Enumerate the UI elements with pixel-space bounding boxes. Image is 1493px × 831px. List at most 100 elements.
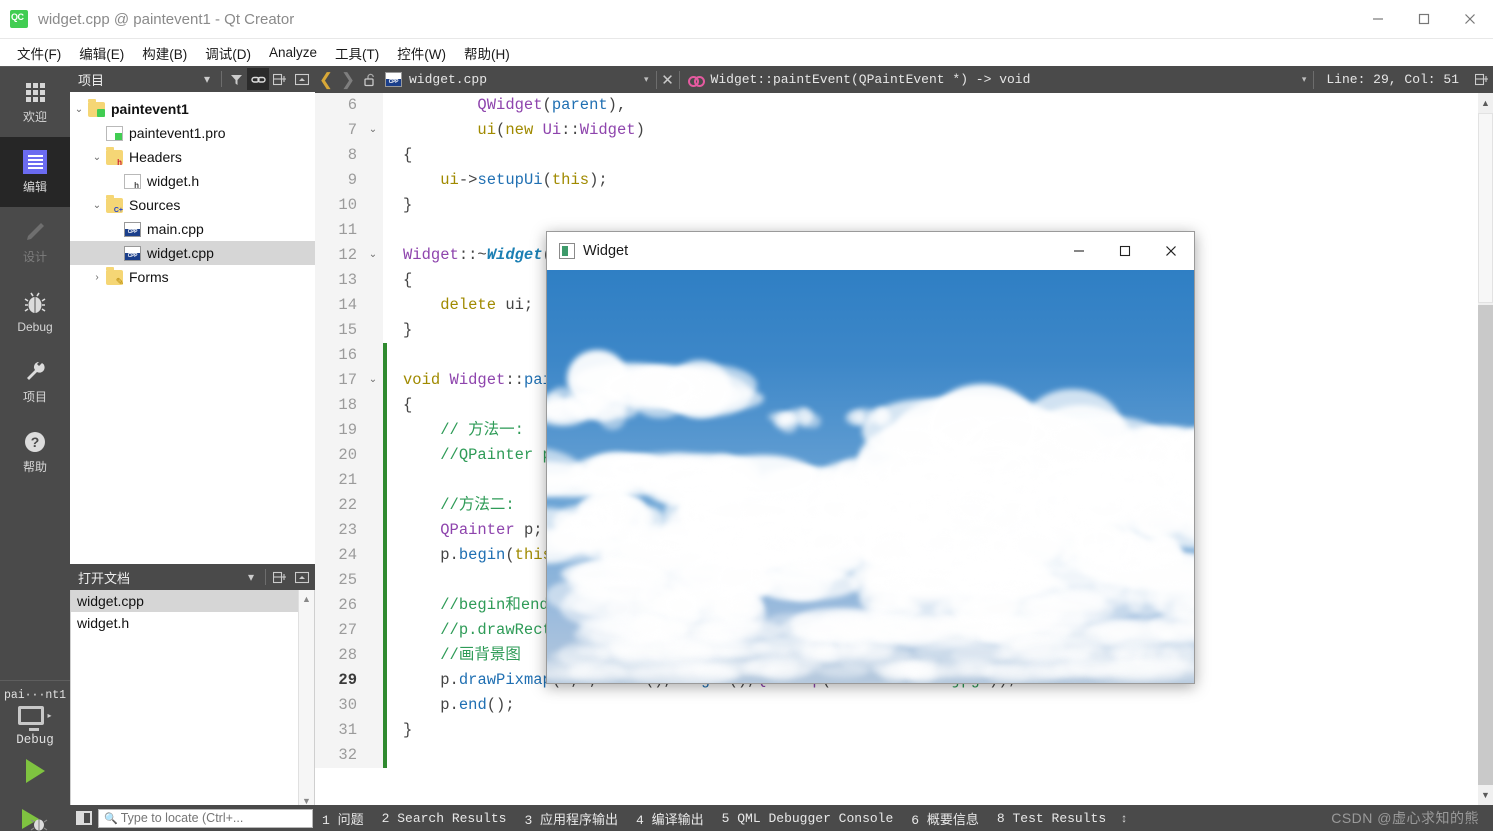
build-config-label[interactable]: Debug (0, 733, 70, 747)
project-tree[interactable]: ⌄ paintevent1 paintevent1.pro ⌄ Headers (70, 92, 315, 564)
menu-build[interactable]: 构建(B) (133, 40, 196, 66)
fold-spacer (363, 693, 383, 718)
chevron-down-icon[interactable]: ⌄ (70, 104, 88, 115)
code-line[interactable]: 9 ui->setupUi(this); (315, 168, 1478, 193)
output-pane-issues[interactable]: 1 问题 (313, 809, 373, 828)
mode-design-label: 设计 (23, 248, 47, 265)
locator-field[interactable]: 🔍 (98, 809, 313, 828)
search-input[interactable] (121, 811, 301, 825)
menu-file[interactable]: 文件(F) (8, 40, 70, 66)
menu-window[interactable]: 控件(W) (388, 40, 455, 66)
open-document-widget-cpp[interactable]: widget.cpp (71, 590, 314, 612)
menu-edit[interactable]: 编辑(E) (70, 40, 133, 66)
fold-toggle-icon[interactable]: ⌄ (363, 243, 383, 268)
editor-file-selector[interactable]: widget.cpp (381, 72, 487, 87)
fold-toggle-icon[interactable]: ⌄ (363, 118, 383, 143)
window-controls (1355, 0, 1493, 38)
code-text: //p.drawRect (387, 618, 552, 643)
code-line[interactable]: 30 p.end(); (315, 693, 1478, 718)
mode-welcome[interactable]: 欢迎 (0, 67, 70, 137)
menu-analyze[interactable]: Analyze (260, 42, 326, 63)
scrollbar-thumb[interactable] (1478, 113, 1493, 303)
fold-toggle-icon[interactable]: ⌄ (363, 368, 383, 393)
mode-selector-bar: 欢迎 编辑 设计 Debug (0, 66, 70, 831)
output-pane-general-info[interactable]: 6 概要信息 (902, 809, 988, 828)
chevron-down-icon[interactable]: ⌄ (88, 200, 106, 211)
menu-debug[interactable]: 调试(D) (196, 40, 260, 66)
code-line[interactable]: 8{ (315, 143, 1478, 168)
chevron-down-icon[interactable]: ▾ (637, 74, 656, 85)
mode-edit[interactable]: 编辑 (0, 137, 70, 207)
split-icon[interactable] (269, 68, 291, 90)
code-line[interactable]: 6 QWidget(parent), (315, 93, 1478, 118)
chevron-down-icon[interactable]: ▾ (1295, 74, 1314, 85)
run-button[interactable] (0, 747, 70, 795)
tree-item-paintevent1[interactable]: ⌄ paintevent1 (70, 97, 315, 121)
cloud-puff (881, 666, 905, 683)
editor-vertical-scrollbar[interactable]: ▲ ▼ (1478, 93, 1493, 805)
chevron-right-icon[interactable]: ❯ (337, 68, 359, 92)
menu-tools[interactable]: 工具(T) (326, 40, 388, 66)
open-documents-scrollbar[interactable]: ▲ ▼ (298, 590, 314, 810)
unlocked-icon[interactable] (359, 68, 381, 92)
minimize-panel-icon[interactable] (291, 566, 313, 588)
toggle-sidebar-icon[interactable] (70, 805, 98, 831)
tree-item-sources[interactable]: ⌄ Sources (70, 193, 315, 217)
scroll-up-icon[interactable]: ▲ (299, 590, 314, 608)
output-pane-compile-output[interactable]: 4 编译输出 (627, 809, 713, 828)
split-icon[interactable] (269, 566, 291, 588)
tree-item-paintevent1-pro[interactable]: paintevent1.pro (70, 121, 315, 145)
mode-design[interactable]: 设计 (0, 207, 70, 277)
filter-icon[interactable] (225, 68, 247, 90)
kit-selector[interactable]: ▸ (0, 706, 70, 725)
code-line[interactable]: 7⌄ ui(new Ui::Widget) (315, 118, 1478, 143)
output-pane-search-results[interactable]: 2 Search Results (373, 811, 516, 826)
open-document-widget-h[interactable]: widget.h (71, 612, 314, 634)
scroll-down-icon[interactable]: ▼ (1478, 785, 1493, 805)
fold-spacer (363, 93, 383, 118)
tree-item-widget-cpp[interactable]: widget.cpp (70, 241, 315, 265)
chevron-right-icon[interactable]: › (88, 272, 106, 283)
close-document-button[interactable]: ✕ (657, 68, 679, 92)
split-editor-button[interactable] (1471, 68, 1493, 92)
up-down-arrows-icon[interactable]: ↕ (1115, 811, 1133, 825)
scroll-up-icon[interactable]: ▲ (1478, 93, 1493, 113)
code-line[interactable]: 32 (315, 743, 1478, 768)
open-documents-list[interactable]: widget.cpp widget.h ▲ ▼ (70, 590, 315, 811)
widget-minimize-button[interactable] (1056, 233, 1102, 270)
output-pane-app-output[interactable]: 3 应用程序输出 (515, 809, 627, 828)
tree-item-widget-h[interactable]: widget.h (70, 169, 315, 193)
tree-item-label: main.cpp (147, 221, 204, 237)
symbol-selector[interactable]: Widget::paintEvent(QPaintEvent *) -> voi… (680, 72, 1314, 87)
code-line[interactable]: 31} (315, 718, 1478, 743)
close-button[interactable] (1447, 0, 1493, 38)
minimize-panel-icon[interactable] (291, 68, 313, 90)
widget-maximize-button[interactable] (1102, 233, 1148, 270)
minimize-button[interactable] (1355, 0, 1401, 38)
tree-item-forms[interactable]: › Forms (70, 265, 315, 289)
widget-preview-window[interactable]: Widget (546, 231, 1195, 684)
fold-spacer (363, 393, 383, 418)
output-pane-qml-debugger[interactable]: 5 QML Debugger Console (713, 811, 903, 826)
mode-debug[interactable]: Debug (0, 277, 70, 347)
mode-help[interactable]: ? 帮助 (0, 417, 70, 487)
code-text: } (387, 318, 412, 343)
chevron-left-icon[interactable]: ❮ (315, 68, 337, 92)
widget-window-title: Widget (583, 243, 628, 259)
link-icon[interactable] (247, 68, 269, 90)
code-line[interactable]: 10} (315, 193, 1478, 218)
start-debugging-button[interactable] (0, 795, 70, 831)
widget-close-button[interactable] (1148, 233, 1194, 270)
chevron-down-icon[interactable]: ▾ (196, 68, 218, 90)
tree-item-main-cpp[interactable]: main.cpp (70, 217, 315, 241)
chevron-down-icon[interactable]: ⌄ (88, 152, 106, 163)
line-column-indicator[interactable]: Line: 29, Col: 51 (1314, 72, 1471, 87)
mode-projects[interactable]: 项目 (0, 347, 70, 417)
kit-name[interactable]: pai···nt1 (0, 681, 70, 702)
maximize-button[interactable] (1401, 0, 1447, 38)
chevron-down-icon[interactable]: ▾ (240, 566, 262, 588)
menu-help[interactable]: 帮助(H) (455, 40, 519, 66)
output-pane-test-results[interactable]: 8 Test Results (988, 811, 1115, 826)
tree-item-headers[interactable]: ⌄ Headers (70, 145, 315, 169)
scrollbar-trough[interactable] (1478, 305, 1493, 785)
